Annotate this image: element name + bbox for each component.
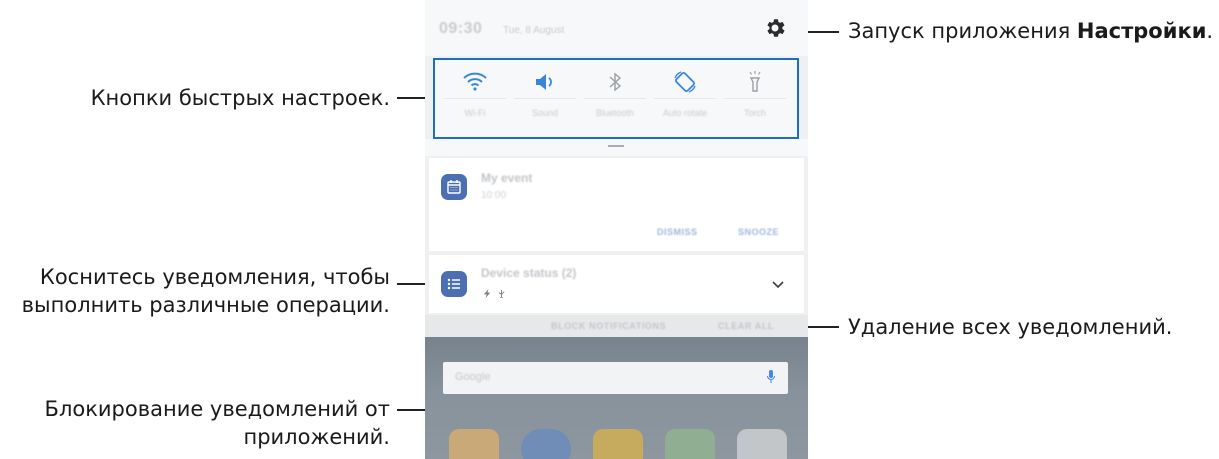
home-screen-wallpaper: Google [425,337,808,459]
quick-setting-label: Wi-Fi [464,108,486,118]
notification-title: Device status (2) [481,266,577,280]
qs-divider [724,98,786,99]
quick-setting-label: Auto rotate [662,108,708,118]
quick-settings-panel: Wi-Fi Sound Bluetooth Auto rotate Torch [433,58,799,139]
callout-block-line1: Блокирование уведомлений от [44,397,390,421]
status-date: Tue, 8 August [503,25,565,36]
callout-settings-bold: Настройки [1076,19,1207,43]
clear-all-button[interactable]: CLEAR ALL [718,321,774,331]
qs-divider [444,98,506,99]
chevron-down-icon[interactable] [770,276,786,292]
drag-handle[interactable] [608,145,624,147]
callout-clear-all-line [808,326,839,328]
usb-icon [498,289,505,298]
bluetooth-icon [609,72,622,92]
panel-handle-area[interactable] [425,139,808,156]
qs-divider [654,98,716,99]
auto-rotate-icon [674,71,696,93]
charging-icon [483,289,491,298]
quick-setting-wifi[interactable]: Wi-Fi [440,60,510,137]
callout-clear-all: Удаление всех уведомлений. [848,315,1173,339]
notification-subtitle: 10:00 [481,190,507,201]
google-search-bar[interactable]: Google [443,362,788,394]
callout-quick-settings: Кнопки быстрых настроек. [90,86,390,110]
callout-settings-suffix: . [1206,19,1214,43]
app-icon-internet[interactable] [521,429,571,459]
app-icon-gallery[interactable] [593,429,643,459]
callout-tap-line1: Коснитесь уведомления, чтобы [39,265,390,289]
snooze-button[interactable]: SNOOZE [738,227,779,237]
callout-settings-prefix: Запуск приложения [848,19,1077,43]
search-placeholder: Google [455,371,491,383]
app-icon-play-store[interactable] [665,429,715,459]
torch-icon [749,71,761,92]
callout-block-line2: приложений. [243,425,390,449]
app-icon-contacts[interactable] [449,429,499,459]
notification-title: My event [481,171,533,185]
quick-setting-label: Bluetooth [595,108,635,118]
qs-divider [584,98,646,99]
quick-setting-torch[interactable]: Torch [720,60,790,137]
app-icon-google-folder[interactable] [737,429,787,459]
quick-setting-sound[interactable]: Sound [510,60,580,137]
notification-card-event[interactable]: My event 10:00 DISMISS SNOOZE [429,158,804,251]
callout-tap-notification: Коснитесь уведомления, чтобы выполнить р… [22,263,390,319]
list-icon [441,271,467,297]
gear-icon[interactable] [763,16,787,40]
qs-divider [514,98,576,99]
dismiss-button[interactable]: DISMISS [657,227,698,237]
calendar-icon [441,174,467,200]
block-notifications-button[interactable]: BLOCK NOTIFICATIONS [551,321,666,331]
mic-icon[interactable] [767,370,775,384]
notification-header: 09:30 Tue, 8 August [425,0,808,56]
sound-icon [536,74,552,90]
callout-block: Блокирование уведомлений от приложений. [45,395,390,451]
phone-screen: 09:30 Tue, 8 August Wi-Fi Sound Bluetoot… [425,0,808,459]
notification-card-device-status[interactable]: Device status (2) [429,255,804,313]
quick-setting-label: Sound [531,108,559,118]
quick-setting-auto-rotate[interactable]: Auto rotate [650,60,720,137]
quick-setting-label: Torch [743,108,766,118]
wifi-icon [463,72,487,91]
status-time: 09:30 [439,20,483,37]
callout-settings: Запуск приложения Настройки. [848,17,1213,45]
notification-footer: BLOCK NOTIFICATIONS CLEAR ALL [425,315,808,337]
callout-tap-line2: выполнить различные операции. [21,293,390,317]
quick-setting-bluetooth[interactable]: Bluetooth [580,60,650,137]
